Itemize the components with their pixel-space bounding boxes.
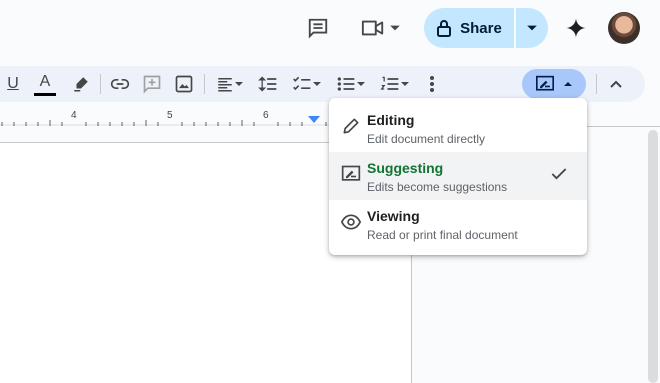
menu-item-subtitle: Edit document directly xyxy=(367,132,486,146)
insert-link-button[interactable] xyxy=(106,66,134,102)
right-indent-marker xyxy=(308,116,320,123)
sparkle-icon xyxy=(565,17,587,39)
menu-item-suggesting[interactable]: Suggesting Edits become suggestions xyxy=(329,152,587,200)
caret-down-icon xyxy=(527,25,537,31)
underline-glyph: U xyxy=(7,75,19,92)
toolbar-divider xyxy=(596,74,597,94)
meet-button[interactable] xyxy=(356,14,406,42)
highlight-button[interactable] xyxy=(68,66,94,102)
more-vert-icon xyxy=(430,76,434,92)
link-icon xyxy=(110,79,130,89)
caret-down-icon xyxy=(401,82,409,86)
caret-down-icon xyxy=(357,82,365,86)
menu-item-subtitle: Read or print final document xyxy=(367,228,518,242)
menu-item-title: Viewing xyxy=(367,208,420,224)
image-icon xyxy=(175,75,193,93)
add-comment-icon xyxy=(143,75,161,94)
line-spacing-icon xyxy=(258,76,277,92)
text-color-swatch xyxy=(34,93,56,96)
caret-down-icon xyxy=(235,82,243,86)
numbered-list-button[interactable] xyxy=(376,66,414,102)
pencil-icon xyxy=(343,118,359,134)
horizontal-ruler[interactable]: 4 5 6 xyxy=(0,110,340,130)
lock-icon xyxy=(437,20,452,37)
avatar[interactable] xyxy=(608,12,640,44)
bulleted-list-icon xyxy=(337,77,355,91)
share-button-group: Share xyxy=(424,8,548,48)
align-button[interactable] xyxy=(212,66,248,102)
suggest-edits-icon xyxy=(341,165,361,181)
vertical-scrollbar[interactable] xyxy=(648,130,658,383)
insert-image-button[interactable] xyxy=(170,66,198,102)
share-dropdown-button[interactable] xyxy=(516,8,548,48)
hide-menus-button[interactable] xyxy=(604,66,628,102)
checklist-icon xyxy=(293,76,311,91)
highlighter-icon xyxy=(74,77,88,92)
menu-item-editing[interactable]: Editing Edit document directly xyxy=(329,104,587,152)
comment-history-icon[interactable] xyxy=(302,14,334,42)
text-color-glyph: A xyxy=(39,73,51,90)
editing-mode-button[interactable] xyxy=(522,69,586,99)
formatting-toolbar: U A xyxy=(0,66,645,102)
ruler-tick-label: 6 xyxy=(263,110,269,121)
line-spacing-button[interactable] xyxy=(254,66,282,102)
underline-button[interactable]: U xyxy=(2,66,24,102)
caret-down-icon xyxy=(390,25,400,31)
ruler-tick-label: 4 xyxy=(71,110,77,121)
checkmark-icon xyxy=(551,168,567,180)
suggest-edits-icon xyxy=(536,75,554,91)
align-left-icon xyxy=(218,78,232,92)
gemini-button[interactable] xyxy=(562,14,590,42)
checklist-button[interactable] xyxy=(288,66,326,102)
chevron-up-icon xyxy=(610,80,622,88)
menu-item-subtitle: Edits become suggestions xyxy=(367,180,508,194)
share-button[interactable]: Share xyxy=(424,8,514,48)
menu-item-title: Suggesting xyxy=(367,160,444,176)
caret-down-icon xyxy=(313,82,321,86)
bulleted-list-button[interactable] xyxy=(332,66,370,102)
text-color-button[interactable]: A xyxy=(32,66,58,102)
caret-up-icon xyxy=(564,82,572,86)
add-comment-button[interactable] xyxy=(138,66,166,102)
toolbar-divider xyxy=(204,74,205,94)
ruler-tick-label: 5 xyxy=(167,110,173,121)
toolbar-divider xyxy=(100,74,101,94)
numbered-list-icon xyxy=(380,76,399,90)
more-options-button[interactable] xyxy=(420,66,444,102)
share-label: Share xyxy=(460,19,502,37)
menu-item-title: Editing xyxy=(367,112,415,128)
editing-mode-menu: Editing Edit document directly Suggestin… xyxy=(329,98,587,255)
top-bar: Share xyxy=(0,0,660,60)
video-camera-icon xyxy=(361,20,384,36)
menu-item-viewing[interactable]: Viewing Read or print final document xyxy=(329,200,587,248)
eye-icon xyxy=(341,214,361,230)
